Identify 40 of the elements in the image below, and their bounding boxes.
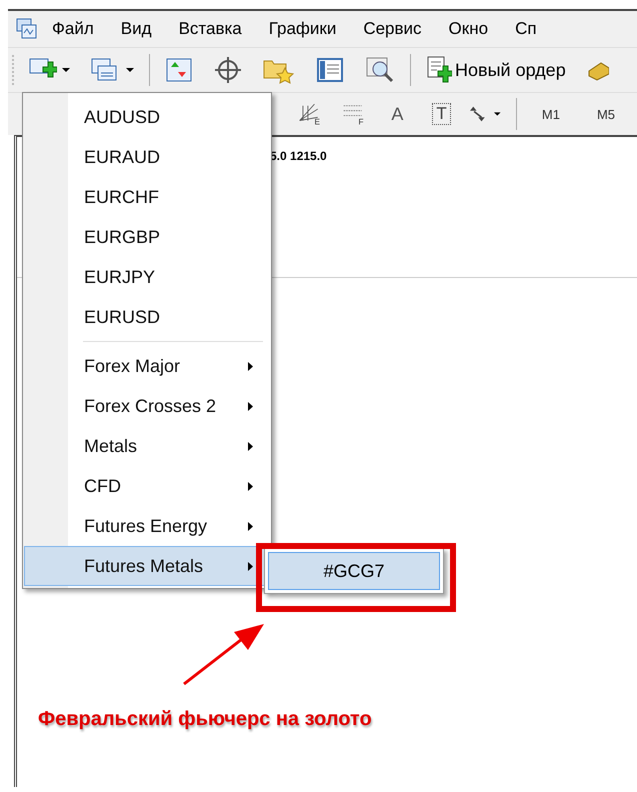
document-plus-icon [426, 56, 452, 84]
market-watch-icon[interactable] [165, 57, 193, 83]
submenu-item[interactable]: Futures Energy [24, 506, 270, 546]
new-order-button[interactable]: Новый ордер [426, 56, 566, 84]
menu-item[interactable]: EURGBP [24, 217, 270, 257]
text-tool[interactable]: A [391, 104, 404, 124]
menu-item[interactable]: AUDUSD [24, 97, 270, 137]
caret-icon[interactable] [494, 111, 502, 117]
magnifier-chart-icon[interactable] [365, 56, 395, 84]
menu-item[interactable]: Графики [268, 19, 336, 39]
menu-item[interactable]: EURUSD [24, 297, 270, 337]
menu-item[interactable]: EURJPY [24, 257, 270, 297]
menu-item[interactable]: EURAUD [24, 137, 270, 177]
menu-item[interactable]: Вставка [178, 19, 242, 39]
submenu-arrow-icon [248, 442, 253, 450]
text-label-tool[interactable]: T [432, 103, 451, 125]
caret-icon[interactable] [62, 67, 70, 73]
submenu-arrow-icon [248, 402, 253, 410]
annotation-text: Февральский фьючерс на золото [38, 708, 372, 731]
menu-item[interactable]: EURCHF [24, 177, 270, 217]
submenu-arrow-icon [248, 562, 253, 570]
menu-item[interactable]: Сервис [363, 19, 422, 39]
menu-item[interactable]: #GCG7 [268, 552, 440, 590]
menu-item[interactable]: Вид [120, 19, 152, 39]
crosshair-icon[interactable] [214, 56, 242, 84]
submenu-arrow-icon [248, 482, 253, 490]
submenu-item[interactable]: Metals [24, 426, 270, 466]
caret-icon[interactable] [126, 67, 134, 73]
submenu-item[interactable]: Forex Major [24, 346, 270, 386]
timeframe-button[interactable]: M5 [596, 106, 616, 122]
menu-item[interactable]: Файл [52, 19, 94, 39]
submenu-arrow-icon [248, 522, 253, 530]
menu-item[interactable]: Окно [448, 19, 488, 39]
timeframe-button[interactable]: M1 [542, 106, 560, 122]
submenu-item[interactable]: Forex Crosses 2 [24, 386, 270, 426]
submenu-arrow-icon [248, 362, 253, 370]
navigator-icon[interactable] [316, 57, 344, 83]
menu-item[interactable]: Сп [515, 19, 537, 39]
chart-window-icon[interactable] [16, 18, 38, 40]
submenu-item[interactable]: CFD [24, 466, 270, 506]
